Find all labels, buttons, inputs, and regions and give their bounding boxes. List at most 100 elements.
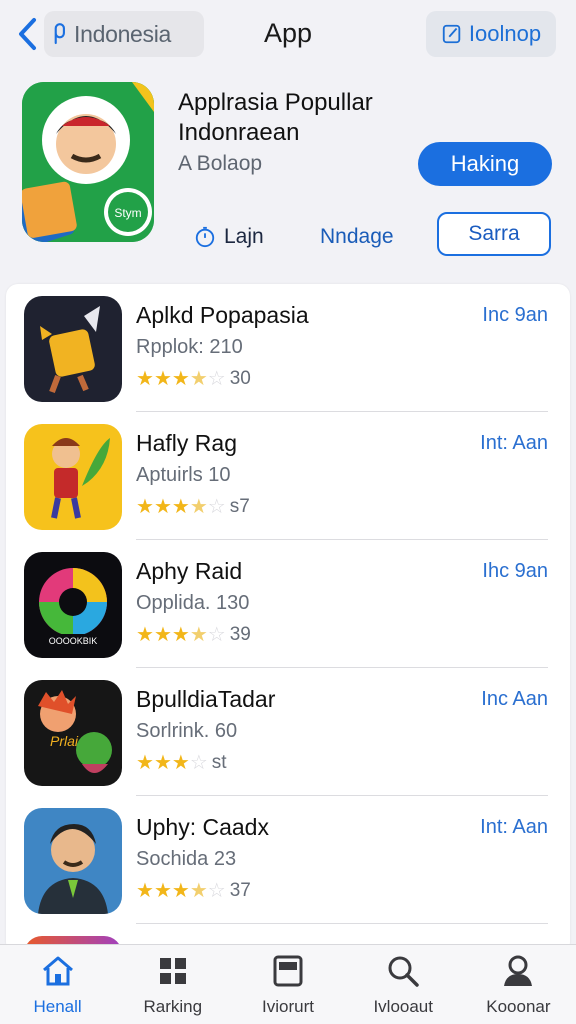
featured-title-line2: Indonraean <box>178 119 300 146</box>
star-half-icon: ★ <box>189 624 208 646</box>
rating-count: 30 <box>229 368 251 389</box>
list-item[interactable]: Uphy: Caadx Sochida 23 ★ ★ ★ ★ ☆ 37 Int: Aan <box>6 796 570 924</box>
svg-text:OOOOKBIK: OOOOKBIK <box>49 636 98 646</box>
person-icon <box>504 955 533 986</box>
region-label: Indonesia <box>74 20 172 47</box>
featured-link-2[interactable]: Nndage <box>320 222 394 252</box>
star-half-icon: ★ <box>189 880 208 902</box>
featured-link-time[interactable]: Lajn <box>194 222 264 252</box>
timer-icon <box>195 226 215 248</box>
app-rating: ★ ★ ★ ☆ st <box>136 752 227 774</box>
location-pin-icon <box>48 21 70 47</box>
list-item[interactable]: Aplkd Popapasia Rpplok: 210 ★ ★ ★ ★ ☆ 30 Inc… <box>6 284 570 412</box>
app-rating: ★ ★ ★ ★ ☆ 39 <box>136 624 251 646</box>
star-icon: ★ <box>171 624 190 646</box>
tab-label: Rarking <box>143 997 203 1016</box>
tab-home[interactable]: Henall <box>0 945 115 1024</box>
search-icon <box>388 956 419 987</box>
tab-label: Iviorurt <box>262 997 314 1016</box>
app-action-link[interactable]: Inc 9an <box>482 304 548 327</box>
back-button[interactable] <box>12 14 42 54</box>
featured-app-title: Applrasia Popullar Indonraean <box>178 88 418 148</box>
app-list: Aplkd Popapasia Rpplok: 210 ★ ★ ★ ★ ☆ 30 Inc… <box>6 284 570 954</box>
app-icon <box>24 424 122 530</box>
home-icon <box>42 956 73 986</box>
app-name: Uphy: Caadx <box>136 814 269 840</box>
app-icon: Prlaia <box>24 680 122 786</box>
star-icon: ★ <box>153 880 172 902</box>
app-meta: Aptuirls 10 <box>136 464 231 486</box>
app-action-link[interactable]: Inc Aan <box>481 688 548 711</box>
app-name: Hafly Rag <box>136 430 237 456</box>
featured-app: Stym Applrasia Popullar Indonraean A Bol… <box>0 72 576 272</box>
tab-label: Henall <box>33 997 82 1016</box>
tab-profile[interactable]: Kooonar <box>461 945 576 1024</box>
rating-count: 39 <box>229 624 251 645</box>
rating-count: s7 <box>229 496 250 517</box>
star-icon: ★ <box>171 880 190 902</box>
star-icon: ★ <box>171 752 190 774</box>
star-half-icon: ★ <box>189 496 208 518</box>
app-icon <box>24 808 122 914</box>
tab-label: Ivlooaut <box>373 997 433 1016</box>
star-empty-icon: ☆ <box>207 880 226 902</box>
star-icon: ★ <box>136 880 154 902</box>
featured-outline-button[interactable]: Sarra <box>437 212 551 256</box>
star-icon: ★ <box>153 624 172 646</box>
app-name: BpulldiaTadar <box>136 686 276 712</box>
header-right-label: Ioolnop <box>468 21 542 46</box>
star-empty-icon: ☆ <box>207 496 226 518</box>
star-half-icon: ★ <box>189 368 208 390</box>
list-item[interactable]: OOOOKBIK Aphy Raid Opplida. 130 ★ ★ ★ ★ ☆ 39… <box>6 540 570 668</box>
app-action-link[interactable]: Int: Aan <box>480 816 548 839</box>
featured-link2-label: Nndage <box>320 225 394 248</box>
star-empty-icon: ☆ <box>189 752 208 774</box>
tab-3[interactable]: Iviorurt <box>230 945 345 1024</box>
featured-app-icon[interactable]: Stym <box>22 82 154 242</box>
svg-text:Stym: Stym <box>114 206 141 220</box>
app-rating: ★ ★ ★ ★ ☆ s7 <box>136 496 250 518</box>
list-item[interactable]: Hafly Rag Aptuirls 10 ★ ★ ★ ★ ☆ s7 Int: Aan <box>6 412 570 540</box>
header-right-button[interactable]: Ioolnop <box>426 11 556 57</box>
star-empty-icon: ☆ <box>207 624 226 646</box>
app-meta: Opplida. 130 <box>136 592 250 614</box>
list-item[interactable]: Prlaia BpulldiaTadar Sorlrink. 60 ★ ★ ★ ☆ s… <box>6 668 570 796</box>
region-selector[interactable]: Indonesia <box>44 11 204 57</box>
star-icon: ★ <box>171 368 190 390</box>
star-icon: ★ <box>153 752 172 774</box>
star-icon: ★ <box>136 368 154 390</box>
star-icon: ★ <box>153 368 172 390</box>
app-meta: Sochida 23 <box>136 848 237 870</box>
app-action-link[interactable]: Int: Aan <box>480 432 548 455</box>
app-icon <box>24 296 122 402</box>
app-meta: Rpplok: 210 <box>136 336 243 358</box>
rating-count: st <box>211 752 227 773</box>
app-icon: OOOOKBIK <box>24 552 122 658</box>
square-icon <box>273 955 303 987</box>
star-icon: ★ <box>153 496 172 518</box>
tab-ranking[interactable]: Rarking <box>115 945 230 1024</box>
rating-count: 37 <box>229 880 251 901</box>
app-name: Aphy Raid <box>136 558 243 584</box>
tab-label: Kooonar <box>486 997 551 1016</box>
grid-icon <box>159 958 186 984</box>
tab-search[interactable]: Ivlooaut <box>346 945 461 1024</box>
featured-link1-label: Lajn <box>224 225 264 248</box>
star-icon: ★ <box>171 496 190 518</box>
app-action-link[interactable]: Ihc 9an <box>482 560 548 583</box>
app-meta: Sorlrink. 60 <box>136 720 238 742</box>
edit-icon <box>442 24 461 44</box>
featured-get-button[interactable]: Haking <box>418 142 552 186</box>
app-rating: ★ ★ ★ ★ ☆ 30 <box>136 368 251 390</box>
chevron-left-icon <box>19 18 36 50</box>
featured-title-line1: Applrasia Popullar <box>178 89 373 116</box>
page-title: App <box>263 18 313 48</box>
app-rating: ★ ★ ★ ★ ☆ 37 <box>136 880 251 902</box>
tab-bar: Henall Rarking Iviorurt Ivlooaut Kooonar <box>0 944 576 1024</box>
star-icon: ★ <box>136 752 154 774</box>
featured-app-subtitle: A Bolaop <box>178 152 263 175</box>
star-icon: ★ <box>136 496 154 518</box>
app-name: Aplkd Popapasia <box>136 302 309 328</box>
star-empty-icon: ☆ <box>207 368 226 390</box>
top-bar: Indonesia App Ioolnop <box>0 0 576 70</box>
